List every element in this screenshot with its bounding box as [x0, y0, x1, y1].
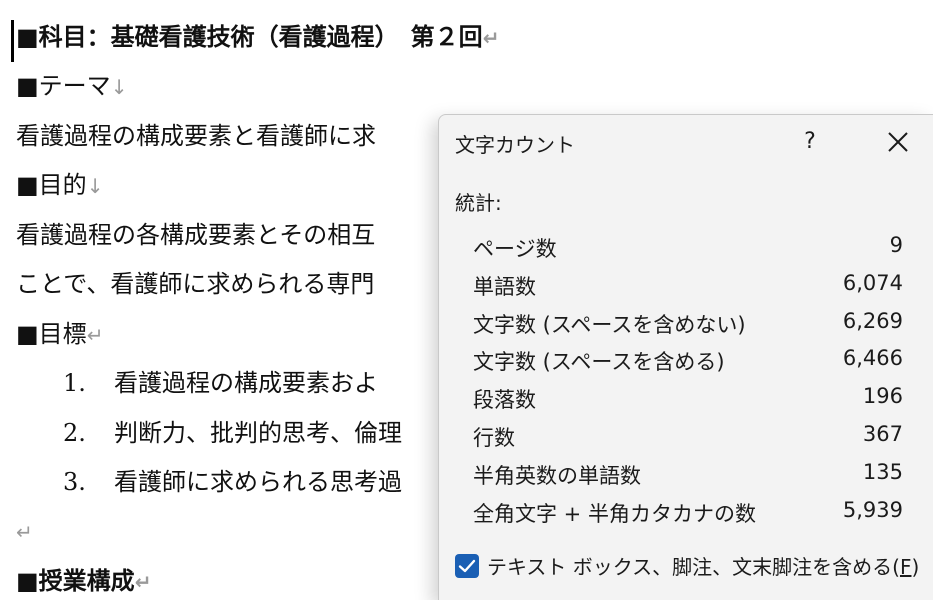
goal-item-1: 1. 看護過程の構成要素およ — [0, 368, 440, 398]
paragraph-mark: ↵ — [482, 26, 500, 50]
stat-value: 196 — [862, 384, 903, 408]
paragraph-mark: ↵ — [86, 323, 104, 347]
purpose-text: ことで、看護師に求められる専門 — [16, 270, 375, 298]
stat-row-paragraphs: 段落数 196 — [473, 384, 903, 414]
stat-row-lines: 行数 367 — [473, 422, 903, 452]
stat-label: 段落数 — [473, 388, 536, 412]
subject-title-line: ■科目：基礎看護技術（看護過程） 第２回↵ — [16, 22, 499, 53]
include-textboxes-footnotes-option[interactable]: テキスト ボックス、脚注、文末脚注を含める(F) — [455, 553, 925, 581]
theme-text: 看護過程の構成要素と看護師に求 — [16, 122, 376, 150]
stat-label: 文字数 (スペースを含める) — [473, 350, 725, 374]
goals-heading-line: ■目標↵ — [16, 319, 103, 350]
stat-label: 単語数 — [473, 275, 536, 299]
stat-label: 半角英数の単語数 — [473, 464, 641, 488]
stat-value: 367 — [862, 422, 903, 446]
theme-text-line: 看護過程の構成要素と看護師に求 — [16, 121, 376, 151]
goal-text: 看護師に求められる思考過 — [114, 468, 402, 496]
stat-label: 文字数 (スペースを含めない) — [473, 313, 746, 337]
stat-label: ページ数 — [473, 237, 557, 261]
goal-text: 看護過程の構成要素およ — [114, 369, 378, 397]
close-icon — [888, 132, 908, 152]
stat-label: 全角文字 + 半角カタカナの数 — [473, 502, 756, 526]
accelerator-key: F — [899, 555, 912, 579]
checkmark-icon — [458, 559, 476, 573]
class-structure-heading: ■授業構成 — [16, 566, 135, 595]
purpose-text-line-1: 看護過程の各構成要素とその相互 — [16, 220, 375, 250]
line-break-mark: ↓ — [110, 75, 128, 99]
stat-row-chars-with-spaces: 文字数 (スペースを含める) 6,466 — [473, 346, 903, 376]
stat-row-words: 単語数 6,074 — [473, 271, 903, 301]
stat-row-fullwidth-chars: 全角文字 + 半角カタカナの数 5,939 — [473, 498, 903, 528]
paragraph-mark: ↵ — [16, 520, 33, 544]
stat-row-chars-no-spaces: 文字数 (スペースを含めない) 6,269 — [473, 309, 903, 339]
include-label-text: テキスト ボックス、脚注、文末脚注を含める( — [487, 555, 900, 579]
stat-value: 6,466 — [842, 346, 903, 370]
word-count-dialog: 文字カウント ? 統計: ページ数 9 単語数 6,074 文字数 (スペースを… — [438, 114, 933, 600]
line-break-mark: ↓ — [86, 174, 104, 198]
purpose-heading-line: ■目的↓ — [16, 170, 103, 201]
empty-paragraph-line: ↵ — [16, 516, 33, 547]
stat-label: 行数 — [473, 426, 515, 450]
goal-number: 2. — [63, 419, 86, 447]
statistics-label: 統計: — [455, 191, 502, 215]
include-label-close: ) — [911, 555, 920, 579]
stat-value: 135 — [862, 460, 903, 484]
subject-title-text: ■科目：基礎看護技術（看護過程） 第２回 — [16, 22, 483, 51]
include-textboxes-label[interactable]: テキスト ボックス、脚注、文末脚注を含める(F) — [487, 553, 919, 581]
class-heading-line: ■授業構成↵ — [16, 566, 151, 597]
purpose-text-line-2: ことで、看護師に求められる専門 — [16, 269, 374, 299]
stat-row-pages: ページ数 9 — [473, 233, 903, 263]
stat-value: 9 — [889, 233, 903, 257]
stat-value: 6,269 — [842, 309, 903, 333]
stat-value: 5,939 — [842, 498, 903, 522]
goal-number: 3. — [63, 468, 86, 496]
close-button[interactable] — [885, 129, 911, 155]
goals-heading: ■目標 — [16, 320, 87, 348]
dialog-title: 文字カウント — [455, 133, 575, 157]
theme-heading: ■テーマ — [16, 72, 111, 100]
goal-text: 判断力、批判的思考、倫理 — [114, 419, 402, 447]
stat-value: 6,074 — [842, 271, 903, 295]
text-cursor — [11, 20, 14, 62]
paragraph-mark: ↵ — [134, 570, 152, 594]
purpose-heading: ■目的 — [16, 171, 87, 199]
goal-item-2: 2. 判断力、批判的思考、倫理 — [0, 418, 440, 448]
purpose-text: 看護過程の各構成要素とその相互 — [16, 221, 376, 249]
help-button[interactable]: ? — [795, 127, 825, 157]
stat-row-halfwidth-words: 半角英数の単語数 135 — [473, 460, 903, 490]
goal-number: 1. — [63, 369, 86, 397]
goal-item-3: 3. 看護師に求められる思考過 — [0, 467, 440, 497]
theme-heading-line: ■テーマ↓ — [16, 71, 127, 102]
include-textboxes-checkbox[interactable] — [455, 554, 479, 578]
